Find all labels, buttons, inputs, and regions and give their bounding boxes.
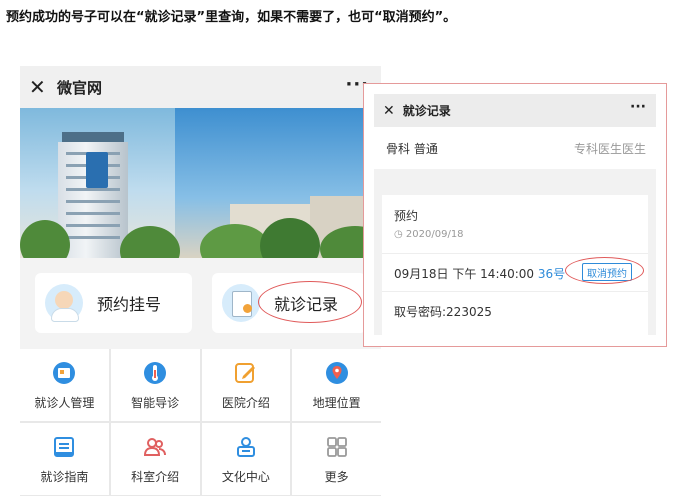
function-grid: 就诊人管理 智能导诊 医院介绍 地理位置 就诊指南 科室介绍 文化中心 更多	[20, 349, 381, 496]
page-title: 微官网	[57, 78, 103, 97]
location-pin-icon	[324, 360, 350, 386]
appointment-time: 09月18日 下午 14:40:00	[394, 267, 535, 281]
grid-item-smart-guide[interactable]: 智能导诊	[110, 349, 200, 421]
appointment-time-row: 09月18日 下午 14:40:00 36号	[394, 265, 565, 282]
grid-more-icon	[324, 434, 350, 460]
record-top-bar: ✕ 就诊记录 ···	[374, 94, 656, 127]
appointment-date: 2020/09/18	[405, 229, 464, 240]
grid-label: 地理位置	[312, 395, 361, 410]
grid-label: 智能导诊	[131, 395, 180, 410]
more-icon[interactable]: ···	[630, 99, 646, 115]
highlight-oval-visit-records	[258, 281, 362, 323]
grid-label: 医院介绍	[221, 395, 270, 410]
hospital-mini-site-screen: ✕ 微官网 ··· 预约挂号 就诊记录 就诊人管理 智能导诊 医院介绍 地理位置…	[20, 66, 381, 496]
clock-icon: ◷	[394, 229, 406, 240]
people-icon	[142, 434, 168, 460]
appointment-status: 预约	[394, 209, 419, 223]
instruction-text: 预约成功的号子可以在“就诊记录”里查询，如果不需要了，也可“取消预约”。	[6, 10, 457, 25]
grid-item-culture-center[interactable]: 文化中心	[201, 423, 291, 495]
close-icon[interactable]: ✕	[383, 103, 395, 119]
patient-card-icon	[51, 360, 77, 386]
close-icon[interactable]: ✕	[29, 77, 51, 97]
record-document-icon	[222, 284, 260, 322]
visit-record-panel: ✕ 就诊记录 ··· 骨科 普通 专科医生医生 预约 ◷ 2020/09/18 …	[363, 83, 667, 347]
edit-icon	[233, 360, 259, 386]
grid-label: 就诊指南	[40, 469, 89, 484]
doctor-avatar-icon	[45, 284, 83, 322]
top-bar: ✕ 微官网 ···	[20, 66, 381, 108]
grid-label: 更多	[324, 469, 349, 484]
register-button[interactable]: 预约挂号	[35, 273, 192, 333]
grid-item-location[interactable]: 地理位置	[292, 349, 381, 421]
grid-label: 文化中心	[221, 469, 270, 484]
queue-number: 36号	[537, 267, 566, 281]
pickup-code: 取号密码:223025	[394, 305, 492, 319]
grid-item-patient-management[interactable]: 就诊人管理	[20, 349, 109, 421]
highlight-oval-cancel	[565, 257, 644, 284]
grid-label: 科室介绍	[131, 469, 180, 484]
culture-icon	[233, 434, 259, 460]
grid-item-hospital-intro[interactable]: 医院介绍	[201, 349, 291, 421]
department-label: 骨科 普通	[386, 142, 438, 156]
grid-item-visit-guide[interactable]: 就诊指南	[20, 423, 109, 495]
thermometer-icon	[142, 360, 168, 386]
doctor-label: 专科医生医生	[573, 142, 646, 156]
hospital-banner-image[interactable]	[20, 108, 381, 258]
grid-item-more[interactable]: 更多	[292, 423, 381, 495]
department-row: 骨科 普通 专科医生医生	[374, 127, 656, 169]
guide-book-icon	[51, 434, 77, 460]
register-label: 预约挂号	[97, 295, 162, 314]
record-title: 就诊记录	[402, 104, 451, 118]
grid-label: 就诊人管理	[34, 395, 95, 410]
appointment-date-row: ◷ 2020/09/18	[394, 229, 464, 240]
grid-item-department-intro[interactable]: 科室介绍	[110, 423, 200, 495]
